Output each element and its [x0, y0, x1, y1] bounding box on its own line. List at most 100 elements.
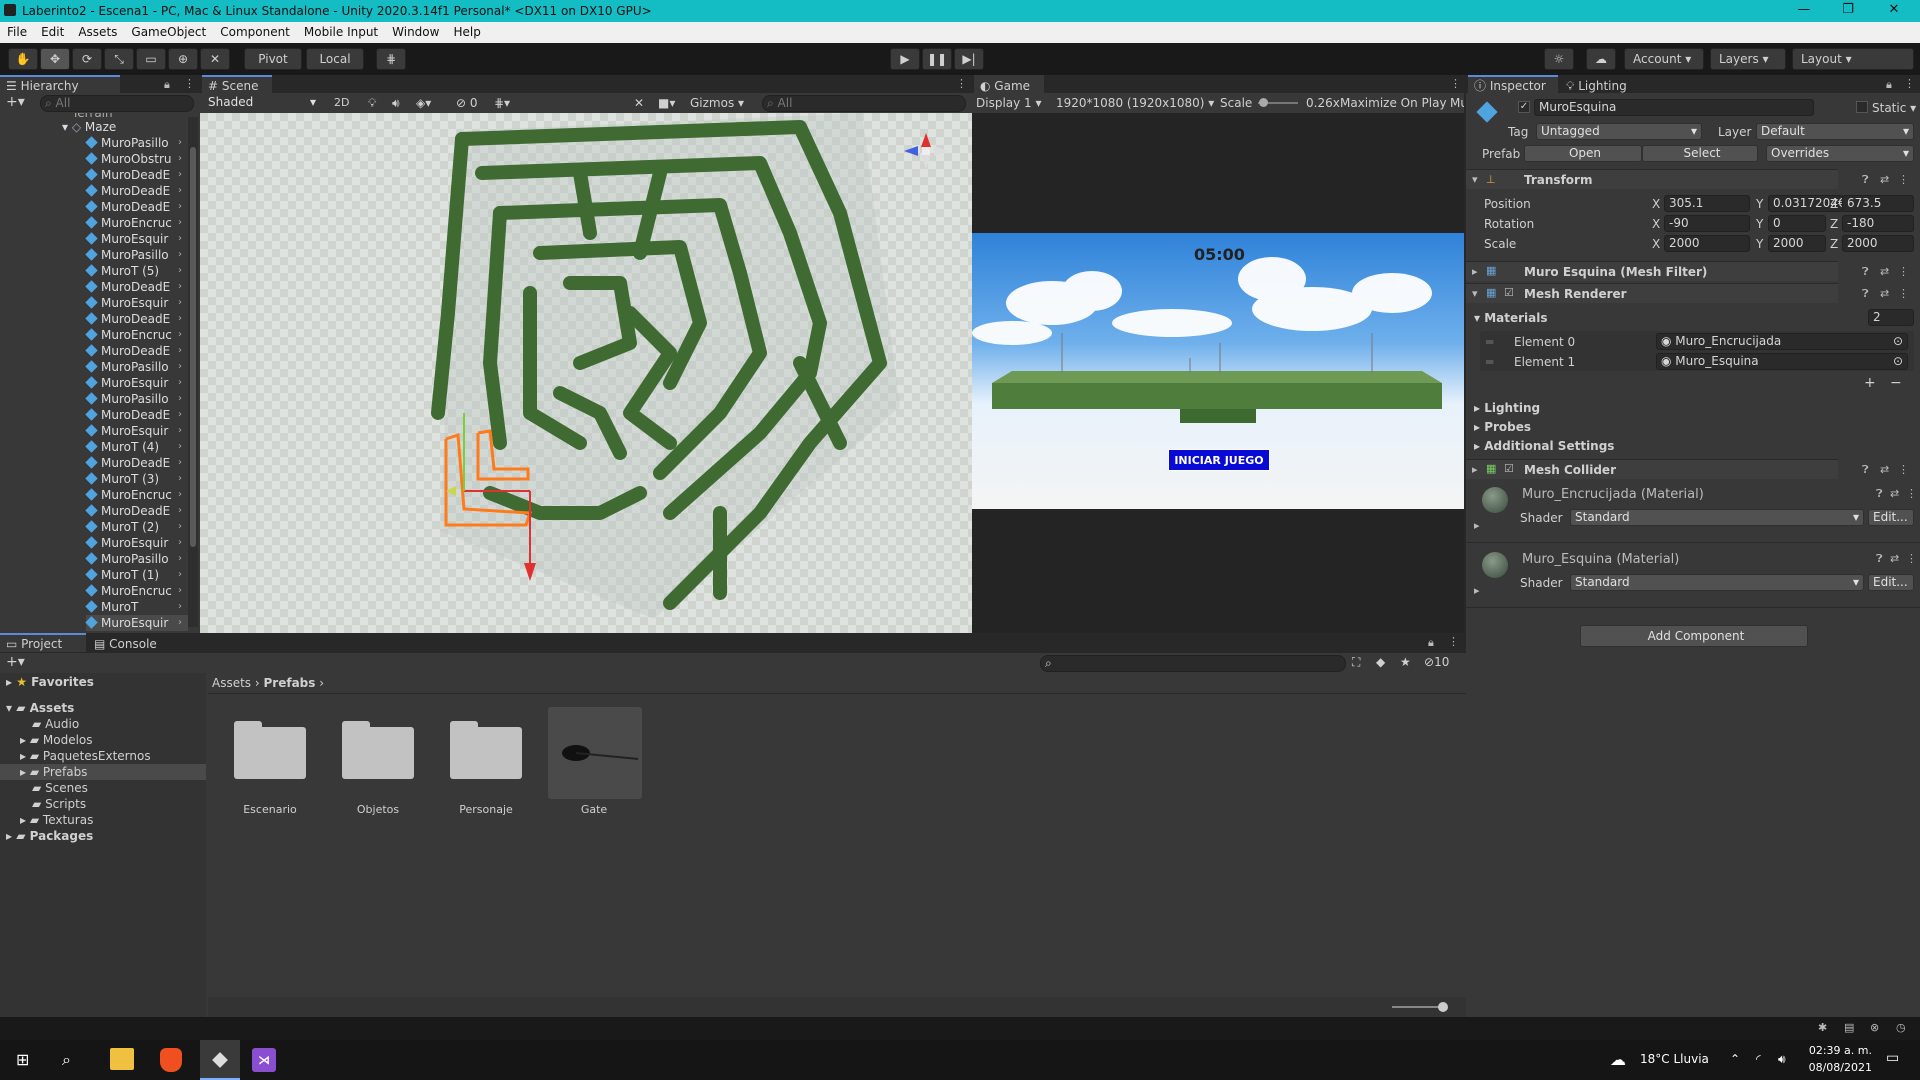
- add-component-button[interactable]: Add Component: [1580, 625, 1808, 647]
- clock-date[interactable]: 08/08/2021: [1802, 1061, 1872, 1074]
- tab-hierarchy[interactable]: ☰ Hierarchy: [0, 75, 120, 93]
- folder-audio[interactable]: ▰ Audio: [32, 717, 79, 731]
- pause-button[interactable]: ❚❚: [922, 48, 952, 70]
- preset-icon[interactable]: ⇄: [1880, 287, 1889, 300]
- favorites-item[interactable]: ▸ ★ Favorites: [6, 675, 94, 689]
- expand-prefab-arrow-icon[interactable]: ›: [178, 503, 182, 519]
- zoom-slider-handle[interactable]: [1438, 1002, 1448, 1012]
- asset-personaje-label[interactable]: Personaje: [436, 803, 536, 816]
- component-menu-icon[interactable]: ⋮: [1898, 287, 1909, 300]
- more-options-icon[interactable]: ⋮: [184, 77, 195, 90]
- lock-icon[interactable]: 🔒︎: [1886, 78, 1892, 92]
- expand-prefab-arrow-icon[interactable]: ›: [178, 487, 182, 503]
- prefab-open-button[interactable]: Open: [1524, 145, 1642, 162]
- tab-scene[interactable]: # Scene: [202, 75, 272, 93]
- packages-item[interactable]: ▸ ▰ Packages: [6, 829, 93, 843]
- hierarchy-item[interactable]: MuroEsquir ›: [85, 231, 188, 247]
- position-x-field[interactable]: 305.1: [1664, 195, 1750, 212]
- static-checkbox[interactable]: [1856, 101, 1868, 113]
- maximize-on-play-toggle[interactable]: Maximize On Play: [1340, 96, 1447, 110]
- camera-icon[interactable]: ■▾: [658, 96, 675, 110]
- hierarchy-item[interactable]: MuroT (5) ›: [85, 263, 188, 279]
- local-toggle[interactable]: Local: [306, 48, 364, 70]
- asset-gate-label[interactable]: Gate: [544, 803, 644, 816]
- hierarchy-item[interactable]: MuroDeadE ›: [85, 455, 188, 471]
- more-options-icon[interactable]: ⋮: [1904, 77, 1915, 90]
- expand-prefab-arrow-icon[interactable]: ›: [178, 391, 182, 407]
- hierarchy-item[interactable]: MuroObstru ›: [85, 151, 188, 167]
- active-checkbox[interactable]: ✓: [1518, 101, 1530, 113]
- folder-objetos-icon[interactable]: [342, 721, 414, 779]
- expand-prefab-arrow-icon[interactable]: ›: [178, 295, 182, 311]
- preset-icon[interactable]: ⇄: [1880, 173, 1889, 186]
- tab-console[interactable]: ▤ Console: [88, 633, 174, 652]
- hierarchy-item[interactable]: MuroEncruc ›: [85, 327, 188, 343]
- collapse-arrow-icon[interactable]: ▸: [1474, 584, 1480, 597]
- start-game-button[interactable]: INICIAR JUEGO: [1168, 449, 1270, 471]
- position-z-field[interactable]: 673.5: [1842, 195, 1914, 212]
- hierarchy-item[interactable]: MuroEsquir ›: [85, 423, 188, 439]
- hierarchy-item[interactable]: MuroEncruc ›: [85, 583, 188, 599]
- gate-prefab-thumbnail[interactable]: [548, 707, 642, 799]
- grid-snap-icon[interactable]: ⋕: [376, 48, 406, 70]
- tools-icon[interactable]: ✕: [634, 96, 644, 110]
- help-icon[interactable]: ❓︎: [1862, 173, 1869, 187]
- expand-prefab-arrow-icon[interactable]: ›: [178, 423, 182, 439]
- element-0-field[interactable]: ◉ Muro_Encrucijada ⊙: [1656, 333, 1908, 350]
- create-asset-icon[interactable]: +▾: [6, 654, 25, 670]
- close-button[interactable]: ✕: [1874, 2, 1914, 20]
- hand-tool-icon[interactable]: ✋: [8, 48, 38, 70]
- probes-foldout[interactable]: ▸ Probes: [1474, 420, 1531, 434]
- drag-handle-icon[interactable]: ═: [1486, 335, 1493, 349]
- expand-prefab-arrow-icon[interactable]: ›: [178, 567, 182, 583]
- visual-studio-icon[interactable]: ⋊: [252, 1048, 276, 1072]
- rect-tool-icon[interactable]: ▭: [136, 48, 166, 70]
- asset-objetos-label[interactable]: Objetos: [328, 803, 428, 816]
- layers-dropdown[interactable]: Layers ▾: [1710, 48, 1786, 70]
- hierarchy-item[interactable]: MuroPasillo ›: [85, 391, 188, 407]
- tab-inspector[interactable]: ⓘ Inspector: [1468, 75, 1558, 93]
- volume-icon[interactable]: 🔊︎: [1778, 1052, 1786, 1067]
- hierarchy-item[interactable]: MuroEncruc ›: [85, 487, 188, 503]
- hierarchy-item[interactable]: MuroPasillo ›: [85, 135, 188, 151]
- minimize-button[interactable]: —: [1784, 2, 1824, 20]
- tag-dropdown[interactable]: Untagged ▾: [1536, 123, 1702, 140]
- lock-icon[interactable]: 🔒︎: [164, 78, 170, 92]
- hierarchy-item[interactable]: MuroPasillo ›: [85, 359, 188, 375]
- tab-project[interactable]: ▭ Project: [0, 633, 86, 652]
- favorite-star-icon[interactable]: ★: [1400, 655, 1411, 669]
- transform-header[interactable]: ▾ ⊥ Transform ❓︎ ⇄ ⋮: [1466, 169, 1909, 189]
- menu-component[interactable]: Component: [213, 22, 297, 39]
- shader-dropdown[interactable]: Standard ▾: [1570, 574, 1864, 591]
- auto-generate-lighting-icon[interactable]: ✱: [1818, 1021, 1827, 1034]
- custom-tool-icon[interactable]: ✕: [200, 48, 230, 70]
- hierarchy-scroll-thumb[interactable]: [190, 147, 196, 547]
- mesh-filter-header[interactable]: ▸ ▦ Muro Esquina (Mesh Filter) ❓︎ ⇄ ⋮: [1466, 261, 1909, 281]
- scale-y-field[interactable]: 2000: [1768, 235, 1826, 252]
- hierarchy-item[interactable]: MuroT (3) ›: [85, 471, 188, 487]
- rotation-x-field[interactable]: -90: [1664, 215, 1750, 232]
- shader-dropdown[interactable]: Standard ▾: [1570, 509, 1864, 526]
- expand-prefab-arrow-icon[interactable]: ›: [178, 199, 182, 215]
- expand-prefab-arrow-icon[interactable]: ›: [178, 215, 182, 231]
- expand-prefab-arrow-icon[interactable]: ›: [178, 519, 182, 535]
- zoom-slider[interactable]: [1392, 1006, 1442, 1008]
- hierarchy-item[interactable]: MuroDeadE ›: [85, 183, 188, 199]
- expand-prefab-arrow-icon[interactable]: ›: [178, 375, 182, 391]
- asset-escenario-label[interactable]: Escenario: [220, 803, 320, 816]
- additional-settings-foldout[interactable]: ▸ Additional Settings: [1474, 439, 1614, 453]
- scene-search-input[interactable]: ⌕ All: [762, 95, 966, 112]
- scale-x-field[interactable]: 2000: [1664, 235, 1750, 252]
- step-button[interactable]: ▶|: [954, 48, 984, 70]
- folder-personaje-icon[interactable]: [450, 721, 522, 779]
- edit-shader-button[interactable]: Edit...: [1868, 574, 1914, 591]
- filter-type-icon[interactable]: ⛶: [1352, 655, 1360, 670]
- breadcrumb-assets[interactable]: Assets: [212, 676, 251, 690]
- menu-gameobject[interactable]: GameObject: [124, 22, 213, 39]
- game-viewport[interactable]: 05:00 INICIAR JUEGO: [972, 113, 1464, 633]
- layout-dropdown[interactable]: Layout ▾: [1792, 48, 1914, 70]
- component-menu-icon[interactable]: ⋮: [1898, 173, 1909, 186]
- hierarchy-item[interactable]: MuroPasillo ›: [85, 247, 188, 263]
- maximize-button[interactable]: ❐: [1828, 2, 1868, 20]
- play-button[interactable]: ▶: [890, 48, 920, 70]
